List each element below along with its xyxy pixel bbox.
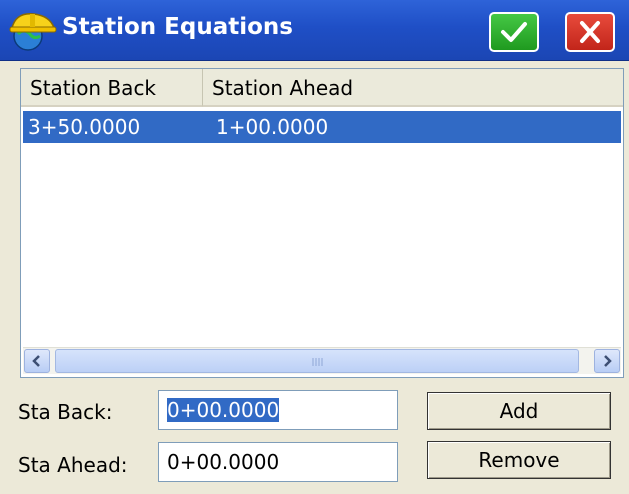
checkmark-icon (501, 22, 527, 42)
sta-ahead-input[interactable]: 0+00.0000 (158, 442, 398, 482)
chevron-left-icon (32, 355, 40, 367)
sta-back-value: 0+00.0000 (167, 398, 280, 422)
cell-station-ahead: 1+00.0000 (216, 115, 329, 139)
hardhat-globe-icon (9, 13, 57, 51)
add-button[interactable]: Add (427, 392, 611, 430)
window-title: Station Equations (62, 14, 293, 40)
grip-icon (312, 358, 323, 366)
column-header-station-back[interactable]: Station Back (21, 69, 203, 107)
list-header: Station Back Station Ahead (21, 69, 623, 107)
horizontal-scrollbar[interactable] (23, 347, 621, 374)
title-bar: Station Equations (0, 0, 629, 61)
chevron-right-icon (604, 355, 612, 367)
station-equations-list[interactable]: Station Back Station Ahead 3+50.0000 1+0… (20, 68, 624, 378)
scroll-right-button[interactable] (594, 349, 620, 373)
table-row[interactable]: 3+50.0000 1+00.0000 (23, 111, 621, 143)
sta-back-label: Sta Back: (18, 400, 113, 424)
cell-station-back: 3+50.0000 (28, 115, 141, 139)
sta-back-input[interactable]: 0+00.0000 (158, 390, 398, 430)
ok-button[interactable] (489, 12, 539, 52)
column-header-station-ahead[interactable]: Station Ahead (203, 69, 623, 107)
scroll-left-button[interactable] (24, 349, 50, 373)
remove-button[interactable]: Remove (427, 441, 611, 479)
sta-ahead-label: Sta Ahead: (18, 453, 128, 477)
close-button[interactable] (565, 12, 615, 52)
close-icon (580, 21, 600, 43)
scroll-thumb[interactable] (55, 349, 579, 373)
